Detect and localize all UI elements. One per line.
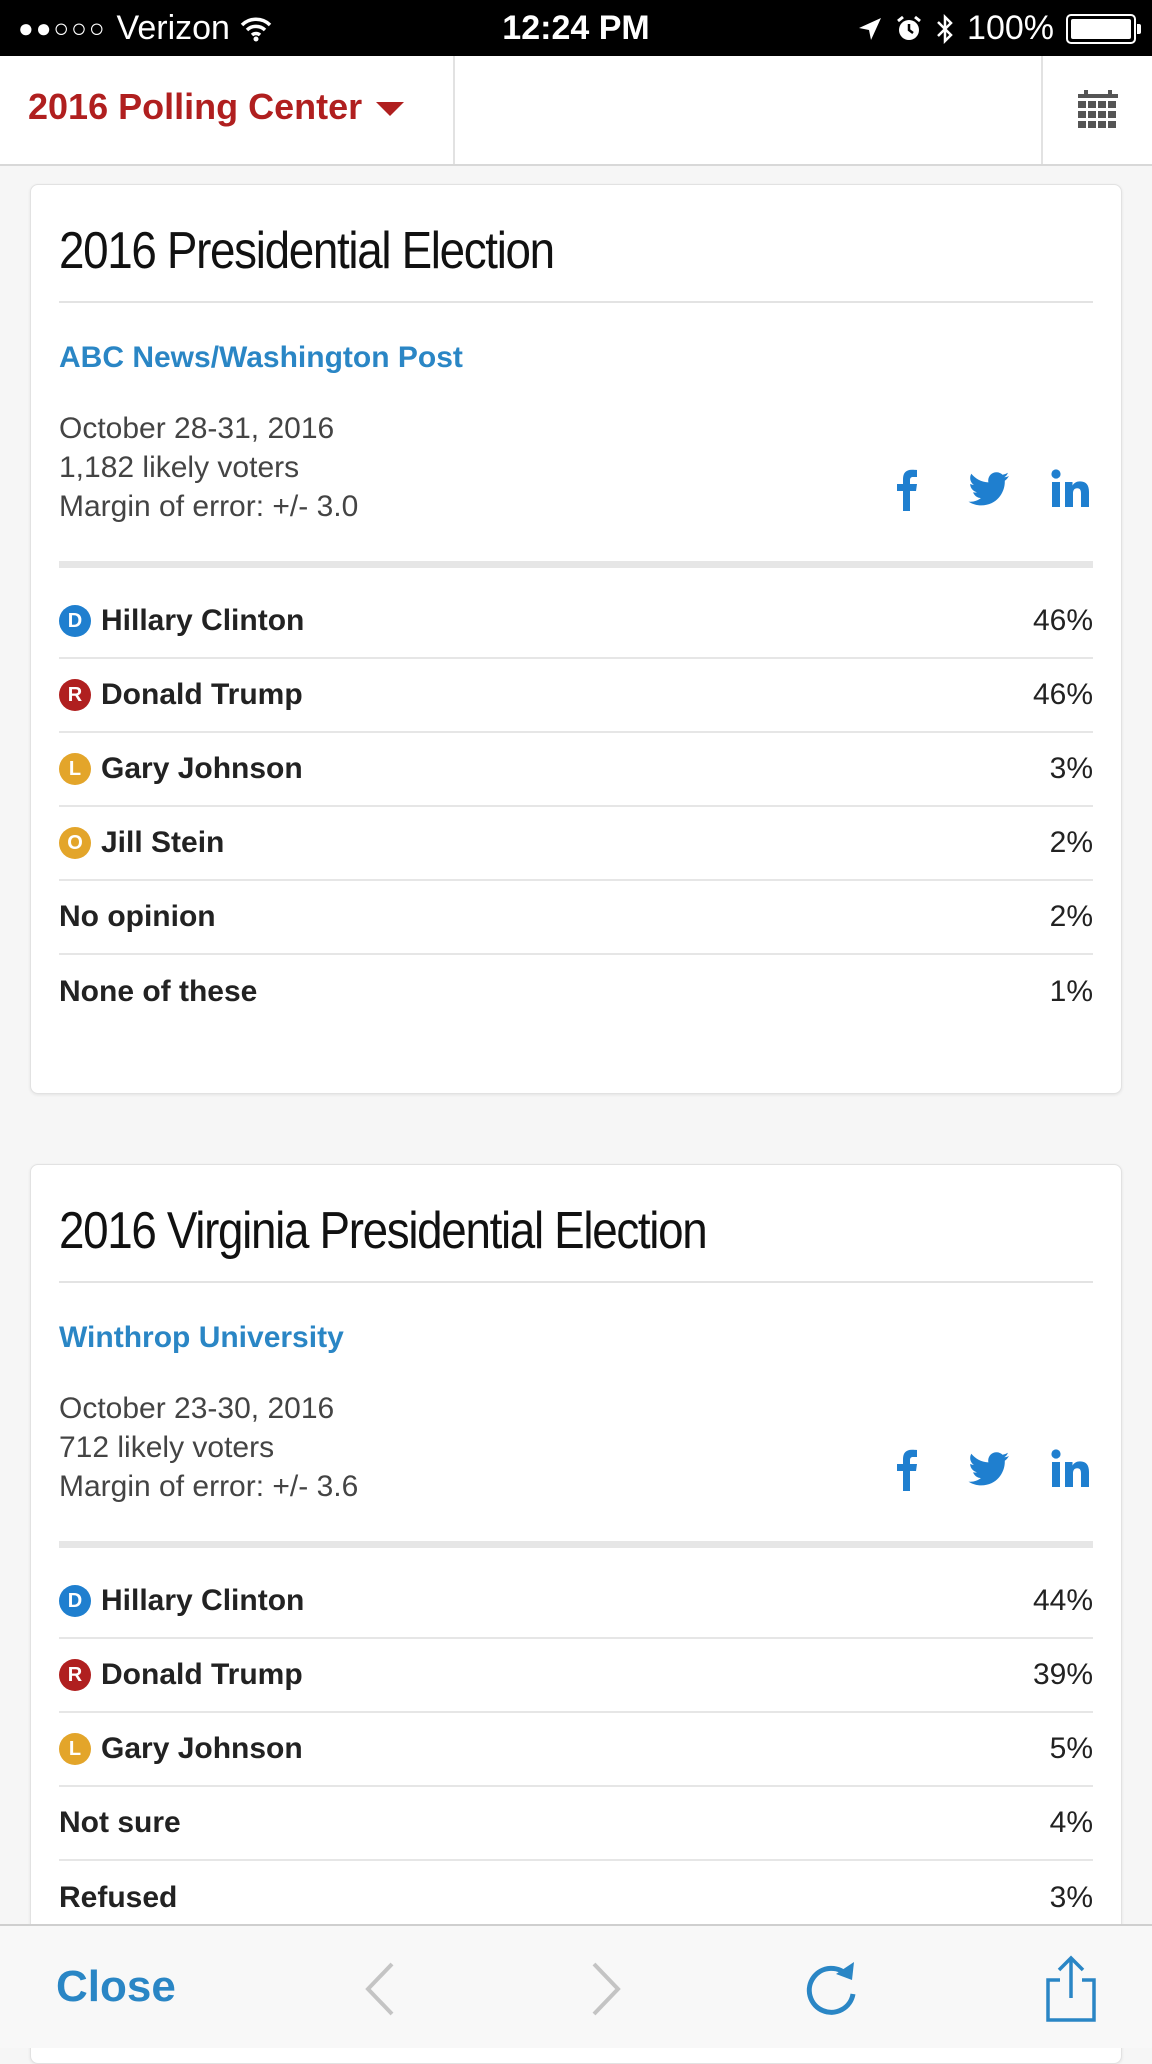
location-arrow-icon bbox=[859, 17, 882, 40]
chevron-down-icon bbox=[376, 102, 405, 116]
result-row: L Gary Johnson 3% bbox=[59, 733, 1093, 807]
candidate-name: Hillary Clinton bbox=[101, 604, 305, 637]
bluetooth-icon bbox=[937, 13, 953, 44]
divider bbox=[59, 561, 1093, 568]
result-row: D Hillary Clinton 44% bbox=[59, 1565, 1093, 1639]
candidate-name: Gary Johnson bbox=[101, 752, 303, 785]
candidate: R Donald Trump bbox=[59, 678, 303, 712]
poll-title: 2016 Presidential Election bbox=[59, 222, 555, 280]
twitter-icon[interactable] bbox=[967, 467, 1011, 511]
result-row: Not sure 4% bbox=[59, 1787, 1093, 1861]
candidate-percent: 4% bbox=[1049, 1806, 1093, 1839]
result-row: R Donald Trump 39% bbox=[59, 1639, 1093, 1713]
candidate: No opinion bbox=[59, 900, 216, 934]
share-buttons bbox=[885, 467, 1093, 511]
candidate-percent: 44% bbox=[1032, 1584, 1093, 1617]
reload-icon[interactable] bbox=[796, 1954, 866, 2024]
forward-arrow-icon[interactable] bbox=[568, 1954, 638, 2024]
party-badge-icon: L bbox=[59, 753, 91, 785]
battery-icon bbox=[1066, 13, 1141, 44]
party-badge-icon: O bbox=[59, 827, 91, 859]
candidate-name: No opinion bbox=[59, 900, 216, 933]
poll-margin: Margin of error: +/- 3.0 bbox=[59, 490, 359, 523]
facebook-icon[interactable] bbox=[885, 1447, 929, 1491]
candidate-percent: 39% bbox=[1032, 1658, 1093, 1691]
poll-meta: October 23-30, 2016 712 likely voters Ma… bbox=[59, 1389, 358, 1506]
poll-sample: 712 likely voters bbox=[59, 1431, 275, 1464]
result-row: No opinion 2% bbox=[59, 881, 1093, 955]
app-header: 2016 Polling Center bbox=[0, 56, 1152, 166]
party-badge-icon: D bbox=[59, 605, 91, 637]
candidate-percent: 5% bbox=[1049, 1732, 1093, 1765]
candidate: L Gary Johnson bbox=[59, 1732, 303, 1766]
poll-dates: October 23-30, 2016 bbox=[59, 1392, 335, 1425]
candidate-name: Jill Stein bbox=[101, 826, 225, 859]
party-badge-icon: D bbox=[59, 1585, 91, 1617]
candidate-name: Hillary Clinton bbox=[101, 1584, 305, 1617]
results-list: D Hillary Clinton 44% R Donald Trump 39% L Gary… bbox=[59, 1565, 1093, 1935]
close-button[interactable]: Close bbox=[56, 1962, 176, 2012]
candidate: Refused bbox=[59, 1881, 177, 1915]
party-badge-icon: L bbox=[59, 1733, 91, 1765]
party-badge-icon: R bbox=[59, 679, 91, 711]
linkedin-icon[interactable] bbox=[1049, 1447, 1093, 1491]
app-title: 2016 Polling Center bbox=[28, 86, 363, 127]
candidate: R Donald Trump bbox=[59, 1658, 303, 1692]
calendar-grid-icon[interactable] bbox=[1076, 90, 1120, 134]
alarm-icon bbox=[897, 15, 921, 40]
candidate-name: Gary Johnson bbox=[101, 1732, 303, 1765]
pollster-link[interactable]: ABC News/Washington Post bbox=[59, 341, 463, 375]
result-row: D Hillary Clinton 46% bbox=[59, 585, 1093, 659]
header-divider bbox=[1041, 56, 1043, 164]
result-row: L Gary Johnson 5% bbox=[59, 1713, 1093, 1787]
poll-sample: 1,182 likely voters bbox=[59, 451, 300, 484]
status-bar: ●●○○○ Verizon 12:24 PM 100% bbox=[0, 0, 1152, 56]
poll-margin: Margin of error: +/- 3.6 bbox=[59, 1470, 359, 1503]
candidate-percent: 46% bbox=[1032, 678, 1093, 711]
candidate-percent: 1% bbox=[1049, 975, 1093, 1008]
candidate: O Jill Stein bbox=[59, 826, 224, 860]
result-row: O Jill Stein 2% bbox=[59, 807, 1093, 881]
battery-percent: 100% bbox=[967, 9, 1054, 47]
poll-title: 2016 Virginia Presidential Election bbox=[59, 1202, 708, 1260]
share-icon[interactable] bbox=[1036, 1954, 1106, 2024]
candidate-name: Not sure bbox=[59, 1806, 181, 1839]
result-row: R Donald Trump 46% bbox=[59, 659, 1093, 733]
result-row: None of these 1% bbox=[59, 955, 1093, 1029]
candidate-percent: 46% bbox=[1032, 604, 1093, 637]
poll-card: 2016 Presidential Election ABC News/Wash… bbox=[30, 184, 1122, 1094]
divider bbox=[59, 1281, 1093, 1283]
candidate: None of these bbox=[59, 975, 257, 1009]
back-arrow-icon[interactable] bbox=[348, 1954, 418, 2024]
battery-fill bbox=[1071, 18, 1131, 39]
candidate: L Gary Johnson bbox=[59, 752, 303, 786]
poll-meta: October 28-31, 2016 1,182 likely voters … bbox=[59, 409, 358, 526]
candidate-name: None of these bbox=[59, 975, 258, 1008]
pollster-link[interactable]: Winthrop University bbox=[59, 1321, 344, 1355]
polling-center-menu[interactable]: 2016 Polling Center bbox=[28, 86, 405, 128]
share-buttons bbox=[885, 1447, 1093, 1491]
candidate-percent: 3% bbox=[1049, 1881, 1093, 1914]
candidate-name: Donald Trump bbox=[101, 678, 303, 711]
twitter-icon[interactable] bbox=[967, 1447, 1011, 1491]
poll-dates: October 28-31, 2016 bbox=[59, 412, 335, 445]
candidate-name: Refused bbox=[59, 1881, 178, 1914]
browser-toolbar: Close bbox=[0, 1924, 1152, 2048]
candidate: Not sure bbox=[59, 1806, 181, 1840]
candidate-name: Donald Trump bbox=[101, 1658, 303, 1691]
candidate: D Hillary Clinton bbox=[59, 604, 304, 638]
status-right: 100% bbox=[857, 9, 1141, 48]
results-list: D Hillary Clinton 46% R Donald Trump 46% L Gary… bbox=[59, 585, 1093, 1029]
facebook-icon[interactable] bbox=[885, 467, 929, 511]
divider bbox=[59, 1541, 1093, 1548]
divider bbox=[59, 301, 1093, 303]
linkedin-icon[interactable] bbox=[1049, 467, 1093, 511]
header-divider bbox=[453, 56, 455, 164]
candidate-percent: 2% bbox=[1049, 826, 1093, 859]
candidate: D Hillary Clinton bbox=[59, 1584, 304, 1618]
candidate-percent: 2% bbox=[1049, 900, 1093, 933]
party-badge-icon: R bbox=[59, 1659, 91, 1691]
candidate-percent: 3% bbox=[1049, 752, 1093, 785]
